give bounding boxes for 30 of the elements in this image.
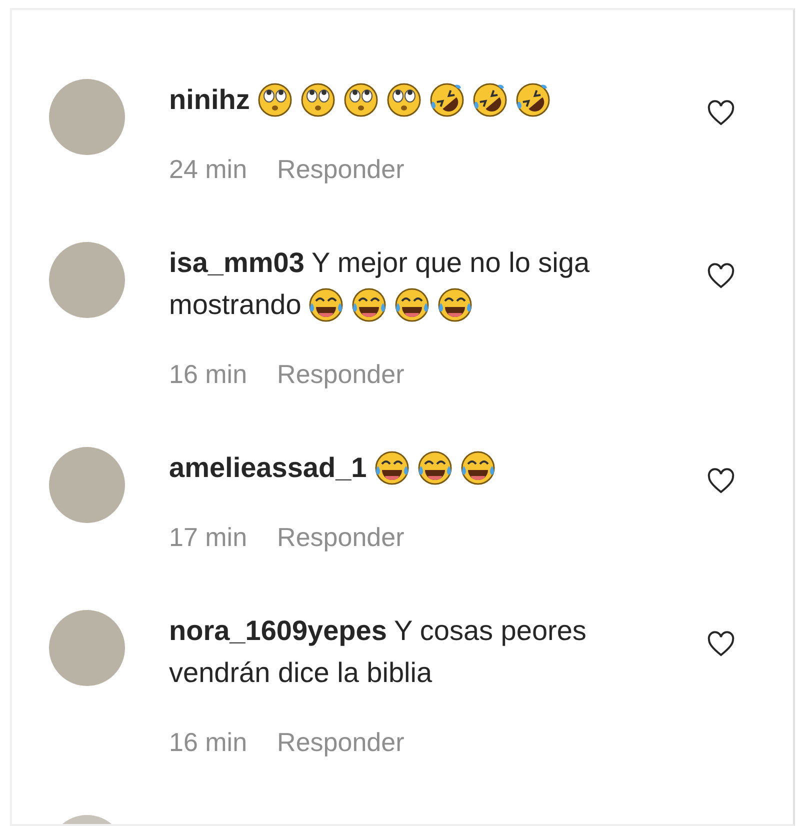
rolling-eyes-emoji-icon <box>300 82 336 118</box>
tears-of-joy-emoji-icon <box>394 287 430 323</box>
rolling-laughing-emoji-icon <box>472 82 508 118</box>
tears-of-joy-emoji-icon <box>437 287 474 323</box>
rolling-eyes-emoji-icon <box>342 82 379 118</box>
tears-of-joy-emoji-icon <box>351 287 388 323</box>
comment-text: Y cosas peores <box>394 614 586 648</box>
like-heart-icon[interactable] <box>707 263 735 289</box>
tears-of-joy-emoji-icon <box>308 287 344 323</box>
tears-of-joy-emoji-icon <box>460 450 496 486</box>
like-heart-icon[interactable] <box>707 100 735 126</box>
comment-time: 16 min <box>169 358 248 391</box>
comment-time: 24 min <box>169 153 248 186</box>
comment-text: Y mejor que no lo siga <box>311 246 590 280</box>
comment-time: 17 min <box>169 521 248 554</box>
rolling-laughing-emoji-icon <box>514 82 551 118</box>
like-heart-icon[interactable] <box>707 468 735 494</box>
username[interactable]: nora_1609yepes <box>169 610 387 652</box>
rolling-eyes-emoji-icon <box>386 82 422 118</box>
rolling-laughing-emoji-icon <box>428 82 465 118</box>
comment-text: mostrando <box>169 288 302 322</box>
comment-time: 16 min <box>169 726 248 759</box>
like-heart-icon[interactable] <box>707 631 735 657</box>
username[interactable]: ninihz <box>169 79 250 121</box>
tears-of-joy-emoji-icon <box>374 450 410 486</box>
username[interactable]: isa_mm03 <box>169 242 304 284</box>
username[interactable]: amelieassad_1 <box>169 447 367 489</box>
tears-of-joy-emoji-icon <box>416 450 453 486</box>
comment-text: vendrán dice la biblia <box>169 656 432 690</box>
rolling-eyes-emoji-icon <box>256 82 293 118</box>
